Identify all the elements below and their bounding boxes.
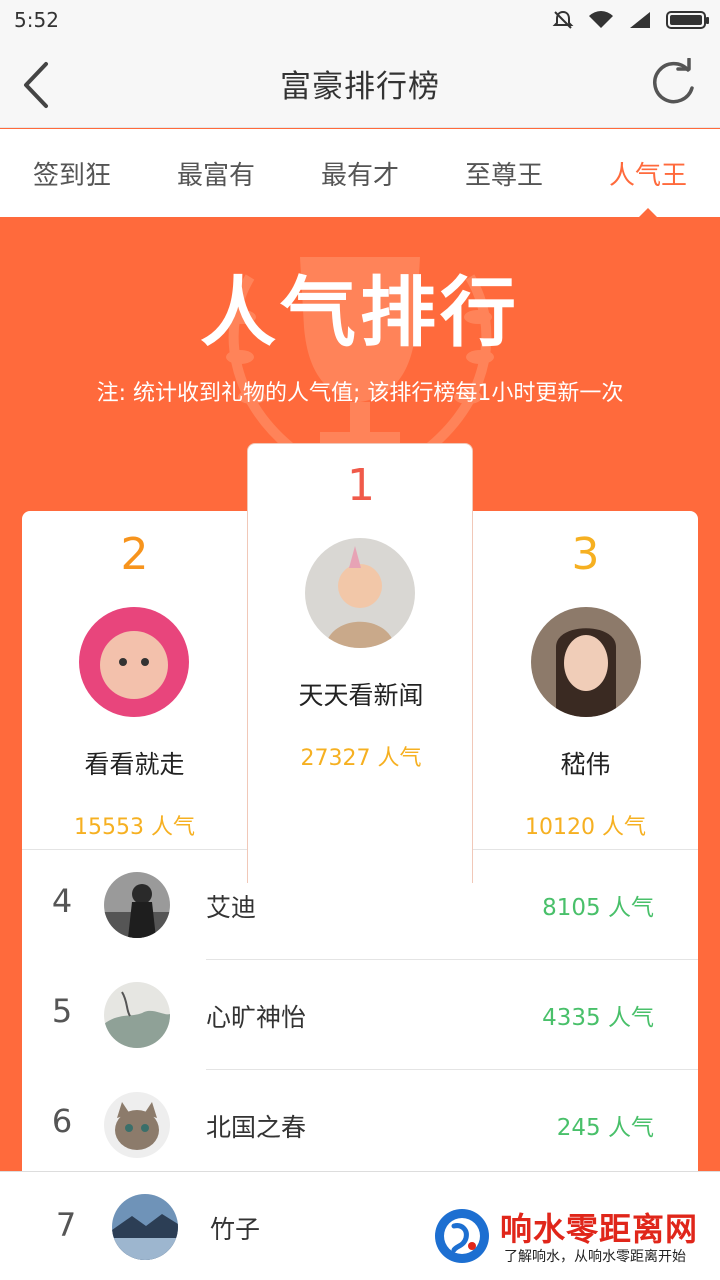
list-item-6[interactable]: 6 北国之春 245 人气 [22,1070,698,1171]
chevron-left-icon[interactable] [16,58,66,112]
avatar-second-image [79,607,189,717]
rank-number: 6 [51,1102,73,1140]
rank-number-second: 2 [120,529,149,580]
page-title: 富豪排行榜 [280,69,440,105]
name-first: 天天看新闻 [298,681,424,710]
podium-second[interactable]: 2 看看就走 15553 人气 [22,511,247,841]
user-name: 北国之春 [206,1113,307,1142]
list-item-5[interactable]: 5 心旷神怡 4335 人气 [22,960,698,1070]
avatar[interactable] [104,1092,170,1158]
tab-richest[interactable]: 最富有 [144,129,288,217]
avatar-second[interactable] [79,607,189,717]
avatar-image [104,872,170,938]
avatar-image [104,982,170,1048]
tab-talented[interactable]: 最有才 [288,129,432,217]
name-second: 看看就走 [84,750,185,779]
status-time: 5:52 [14,8,59,32]
rank-number: 5 [51,992,73,1030]
user-name: 心旷神怡 [206,1003,307,1032]
user-name: 竹子 [210,1215,261,1244]
refresh-icon[interactable] [648,58,700,110]
tab-popularity[interactable]: 人气王 [576,129,720,218]
site-watermark: 响水零距离网 了解响水，从响水零距离开始 [432,1204,712,1274]
tab-checkin[interactable]: 签到狂 [0,129,144,217]
score-second: 15553 人气 [74,815,195,840]
wifi-icon [589,11,613,28]
popularity-score: 4335 人气 [542,1005,654,1031]
avatar-image [104,1092,170,1158]
mute-icon [552,10,574,29]
user-name: 艾迪 [206,893,257,922]
popularity-score: 245 人气 [556,1115,654,1141]
avatar[interactable] [104,872,170,938]
rank-number: 7 [55,1206,77,1244]
signal-icon [630,12,650,28]
score-first: 27327 人气 [300,746,422,771]
avatar-image [112,1194,178,1260]
avatar-third-image [531,607,641,717]
rank-number: 4 [51,882,73,920]
podium-third[interactable]: 3 嵇伟 10120 人气 [473,511,698,841]
rank-number-first: 1 [347,460,375,511]
avatar[interactable] [112,1194,178,1260]
watermark-subtitle: 了解响水，从响水零距离开始 [504,1249,686,1265]
status-bar: 5:52 [0,0,720,40]
battery-icon [666,11,709,29]
popularity-score: 8105 人气 [542,895,654,921]
name-third: 嵇伟 [560,750,611,779]
site-logo-icon [435,1209,489,1263]
banner-title: 人气排行 [200,268,520,357]
status-icons [552,9,709,31]
podium-first[interactable]: 1 天天看新闻 27327 人气 [247,443,473,883]
avatar-first[interactable] [305,538,415,648]
avatar-third[interactable] [531,607,641,717]
tab-supreme[interactable]: 至尊王 [432,129,576,217]
avatar[interactable] [104,982,170,1048]
score-third: 10120 人气 [525,815,646,840]
rank-number-third: 3 [571,529,600,580]
avatar-first-image [305,538,415,648]
app-header: 富豪排行榜 [0,40,720,128]
watermark-title: 响水零距离网 [500,1210,699,1248]
ranking-banner: 人气排行 注: 统计收到礼物的人气值; 该排行榜每1小时更新一次 1 天天看新闻… [0,217,720,1171]
tab-bar: 签到狂 最富有 最有才 至尊王 人气王 [0,129,720,218]
banner-note: 注: 统计收到礼物的人气值; 该排行榜每1小时更新一次 [96,381,624,406]
